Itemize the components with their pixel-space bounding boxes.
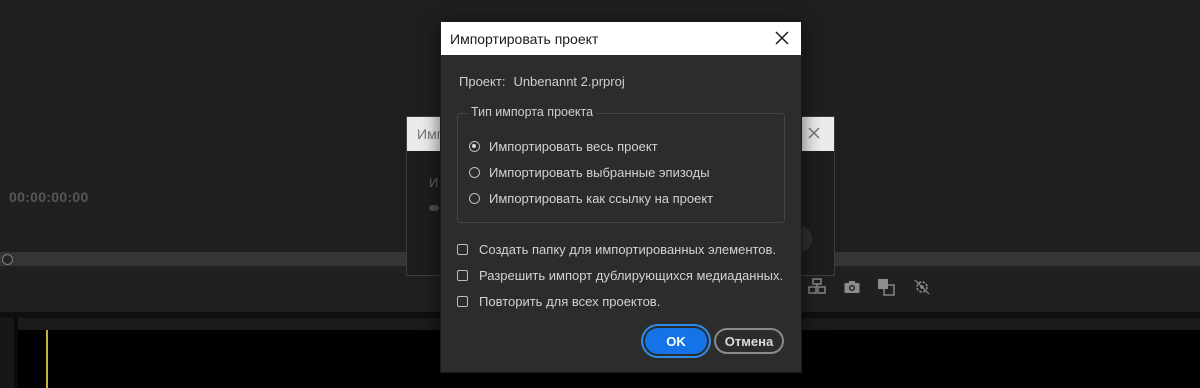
checkbox-label: Создать папку для импортированных элемен… (479, 241, 777, 257)
import-type-group: Тип импорта проекта Импортировать весь п… (457, 105, 785, 223)
radio-import-entire-project[interactable]: Импортировать весь проект (469, 137, 658, 155)
radio-label: Импортировать как ссылку на проект (489, 190, 714, 206)
checkbox[interactable] (457, 243, 468, 255)
radio-import-as-project-reference[interactable]: Импортировать как ссылку на проект (469, 189, 713, 207)
radio-import-selected-sequences[interactable]: Импортировать выбранные эпизоды (469, 163, 710, 181)
radio-button[interactable] (469, 192, 480, 204)
radio-label: Импортировать весь проект (489, 138, 658, 154)
project-label: Проект: (459, 74, 506, 89)
radio-button[interactable] (469, 166, 480, 178)
ok-button[interactable]: OK (645, 328, 707, 354)
dialog-titlebar: Импортировать проект (441, 22, 801, 55)
checkbox-label: Разрешить импорт дублирующихся медиаданн… (479, 267, 784, 283)
close-icon[interactable] (773, 29, 791, 47)
project-info: Проект: Unbenannt 2.prproj (459, 74, 625, 89)
checkbox[interactable] (457, 269, 468, 281)
checkbox[interactable] (457, 295, 468, 307)
checkbox-allow-duplicate-media[interactable]: Разрешить импорт дублирующихся медиаданн… (457, 266, 783, 284)
checkbox-create-folder[interactable]: Создать папку для импортированных элемен… (457, 240, 776, 258)
import-project-dialog: Импортировать проект Проект: Unbenannt 2.… (440, 21, 802, 373)
cancel-button[interactable]: Отмена (714, 328, 784, 354)
project-name: Unbenannt 2.prproj (513, 74, 625, 89)
dialog-title: Импортировать проект (450, 31, 599, 47)
radio-label: Импортировать выбранные эпизоды (489, 164, 710, 180)
checkbox-label: Повторить для всех проектов. (479, 293, 661, 309)
checkbox-repeat-for-all[interactable]: Повторить для всех проектов. (457, 292, 660, 310)
radio-button-checked[interactable] (469, 140, 480, 152)
import-type-legend: Тип импорта проекта (468, 105, 597, 119)
